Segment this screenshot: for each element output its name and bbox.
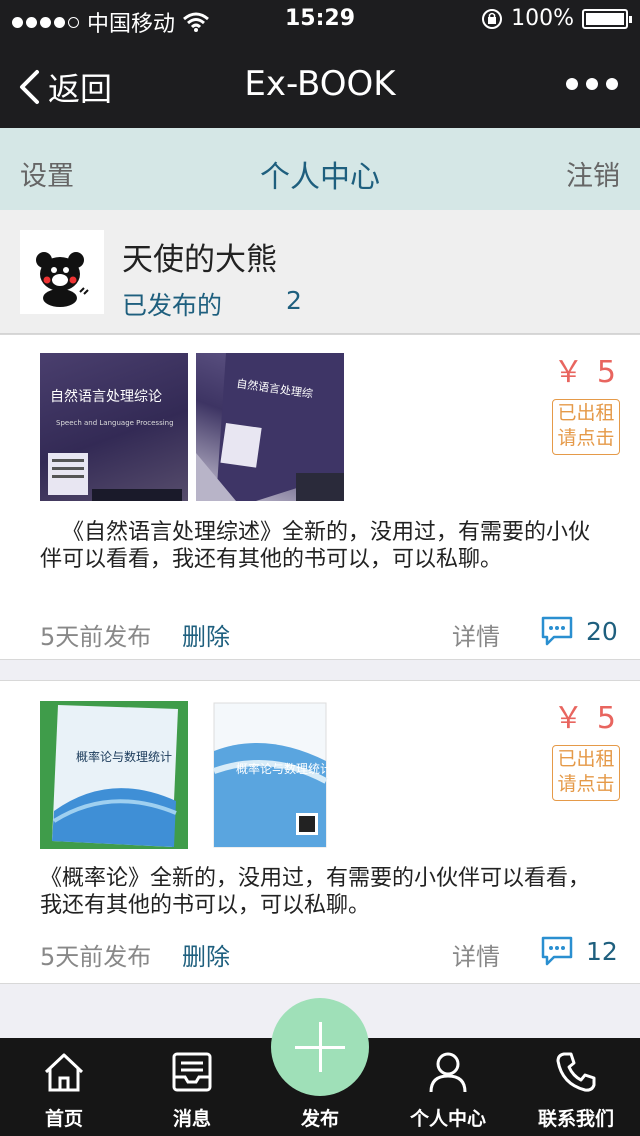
- tab-home[interactable]: 首页: [0, 1038, 128, 1136]
- status-right: 100%: [481, 6, 632, 31]
- nav-bar: 返回 Ex-BOOK: [0, 40, 640, 128]
- book-cover-image: 概率论与数理统计: [52, 705, 178, 847]
- comment-count: 20: [586, 617, 618, 646]
- book-photo[interactable]: 自然语言处理综: [196, 353, 344, 501]
- price-label: ￥ 5: [553, 701, 618, 736]
- user-name: 天使的大熊: [122, 242, 277, 278]
- book-photo[interactable]: 概率论与数理统计: [196, 701, 344, 849]
- page-title: Ex-BOOK: [244, 64, 396, 104]
- tab-profile[interactable]: 个人中心: [384, 1038, 512, 1136]
- post-description: 《概率论》全新的，没用过，有需要的小伙伴可以看看，我还有其他的书可以，可以私聊。: [40, 866, 591, 918]
- logout-button[interactable]: 注销: [566, 154, 620, 193]
- tab-contact[interactable]: 联系我们: [512, 1038, 640, 1136]
- book-title-text: 自然语言处理综论: [50, 388, 162, 405]
- price-label: ￥ 5: [553, 355, 618, 390]
- tab-messages-label: 消息: [172, 1108, 211, 1130]
- phone-icon: [556, 1052, 596, 1092]
- profile-header-bar: 设置 个人中心 注销: [0, 128, 640, 210]
- comment-count: 12: [586, 937, 618, 966]
- delete-button[interactable]: 删除: [182, 937, 230, 972]
- rented-status-line2: 请点击: [557, 427, 615, 449]
- rented-status-line2: 请点击: [557, 773, 615, 795]
- post-card[interactable]: 自然语言处理综论 Speech and Language Processing …: [0, 334, 640, 660]
- book-photo[interactable]: 概率论与数理统计: [40, 701, 188, 849]
- post-card[interactable]: 概率论与数理统计 概率论与数理统计 ￥ 5 已出租 请点击 《概率论》全新的，没…: [0, 680, 640, 984]
- published-count: 2: [286, 286, 302, 315]
- tab-home-label: 首页: [44, 1108, 83, 1130]
- detail-button[interactable]: 详情: [452, 617, 500, 652]
- comment-icon[interactable]: [540, 935, 574, 967]
- battery-percent: 100%: [511, 6, 574, 31]
- status-bar: 中国移动 15:29 100%: [0, 0, 640, 40]
- detail-button[interactable]: 详情: [452, 937, 500, 972]
- tab-contact-label: 联系我们: [537, 1108, 614, 1130]
- svg-text:概率论与数理统计: 概率论与数理统计: [236, 761, 332, 776]
- rented-status-line1: 已出租: [557, 402, 615, 424]
- more-icon[interactable]: [566, 78, 618, 90]
- delete-button[interactable]: 删除: [182, 617, 230, 652]
- post-time: 5天前发布: [40, 943, 152, 971]
- tab-publish-label: 发布: [300, 1108, 339, 1130]
- book-cover-image-2: 概率论与数理统计: [212, 702, 332, 848]
- bear-avatar-icon: [36, 252, 89, 307]
- comment-icon[interactable]: [540, 615, 574, 647]
- battery-icon: [582, 8, 632, 29]
- book-title-text: 概率论与数理统计: [76, 749, 172, 764]
- tab-profile-label: 个人中心: [409, 1108, 486, 1130]
- rented-status-badge[interactable]: 已出租 请点击: [552, 745, 620, 801]
- rented-status-badge[interactable]: 已出租 请点击: [552, 399, 620, 455]
- profile-center-title: 个人中心: [260, 160, 380, 195]
- tab-messages[interactable]: 消息: [128, 1038, 256, 1136]
- battery-level: [586, 12, 624, 25]
- rotation-lock-icon: [482, 8, 503, 29]
- home-icon: [44, 1053, 84, 1092]
- book-photo[interactable]: 自然语言处理综论 Speech and Language Processing: [40, 353, 188, 501]
- rented-status-line1: 已出租: [557, 748, 615, 770]
- inbox-icon: [172, 1052, 212, 1092]
- profile-summary: 天使的大熊 已发布的 2: [0, 210, 640, 334]
- post-time: 5天前发布: [40, 623, 152, 651]
- avatar[interactable]: [20, 230, 104, 314]
- book-cover-image-2: 自然语言处理综: [196, 353, 344, 501]
- published-label[interactable]: 已发布的: [122, 286, 222, 322]
- book-subtitle-text: Speech and Language Processing: [56, 419, 174, 427]
- book-cover-image: 自然语言处理综论 Speech and Language Processing: [48, 388, 182, 501]
- publish-fab-button[interactable]: [271, 998, 369, 1096]
- post-description: 《自然语言处理综述》全新的，没用过，有需要的小伙伴可以看看，我还有其他的书可以，…: [40, 520, 591, 572]
- user-icon: [429, 1052, 467, 1093]
